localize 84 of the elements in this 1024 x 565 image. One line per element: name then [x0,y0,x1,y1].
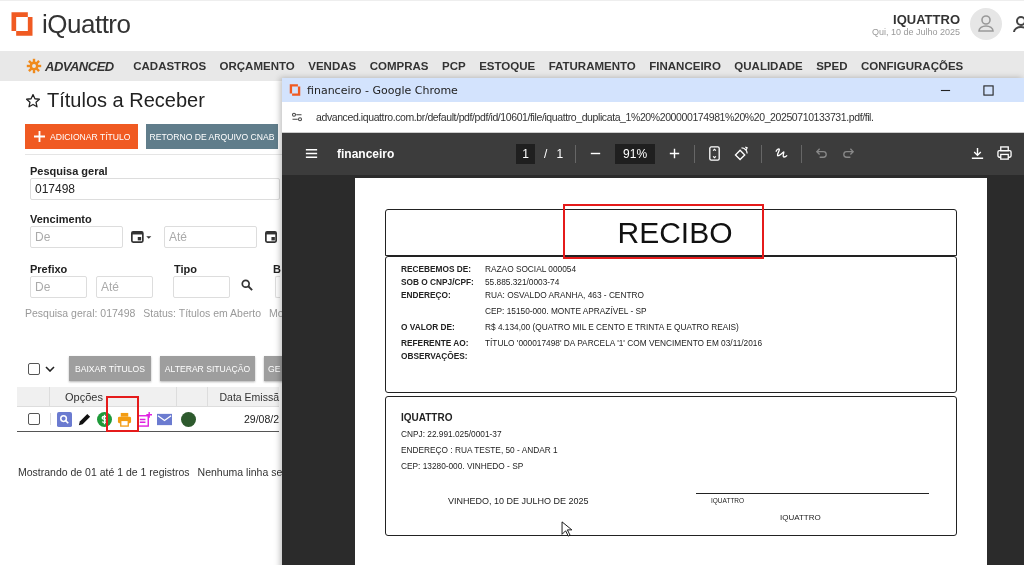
menu-item[interactable]: COMPRAS [369,60,429,72]
highlight-frame [106,396,139,432]
printer-icon[interactable] [997,146,1012,162]
rotate-icon[interactable] [734,146,750,162]
cnab-return-button[interactable]: RETORNO DE ARQUIVO CNAB [146,124,278,149]
receipt-label: SOB O CNPJ/CPF: [401,277,475,287]
place-and-date: VINHEDO, 10 DE JULHO DE 2025 [448,496,590,508]
input-field[interactable] [275,276,280,298]
page-number-field[interactable]: 1 [516,143,536,164]
receipt-value: CEP: 15150-000. MONTE APRAZÍVEL - SP [485,306,647,316]
search-icon[interactable] [241,279,253,291]
company-detail: CNPJ: 22.991.025/0001-37 [401,429,503,439]
table-cell: 29/08/2 [242,413,279,425]
menu-item[interactable]: VENDAS [308,60,357,72]
field-label: Prefixo [30,263,69,275]
avatar-icon[interactable] [970,8,1002,40]
menu-item[interactable]: ORÇAMENTO [219,60,295,72]
field-label: B [273,263,281,275]
mail-icon[interactable] [157,411,172,427]
prefix-to-field[interactable]: Até [96,276,153,298]
receipt-label: ENDEREÇO: [401,290,452,302]
page-title: Títulos a Receber [47,89,205,112]
menu-item[interactable]: SPED [816,60,848,72]
signer-name: IQUATTRO [780,513,822,522]
window-title: financeiro - Google Chrome [307,83,459,97]
field-label: Vencimento [30,213,93,225]
company-detail: CEP: 13280-000. VINHEDO - SP [401,461,525,471]
download-icon[interactable] [970,146,985,162]
menu-item[interactable]: ESTOQUE [479,60,536,72]
column-header[interactable]: Data Emissã [208,387,279,406]
select-all-checkbox[interactable] [28,362,40,375]
calendar-dropdown-icon[interactable] [131,230,153,244]
field-label: Tipo [174,263,198,275]
receipt-title: RECIBO [616,215,733,250]
date-to-field[interactable]: Até [164,226,257,248]
dollar-icon[interactable] [97,411,112,427]
note-add-icon[interactable] [137,411,152,427]
plus-icon [34,131,45,142]
menu-item[interactable]: FATURAMENTO [548,60,636,72]
calendar-icon[interactable] [265,230,277,244]
user-name: IQUATTRO [893,11,960,27]
receipt-value: 55.885.321/0003-74 [485,277,560,287]
receipt-label: REFERENTE AO: [401,338,470,348]
pagination-info: Nenhuma linha se [197,466,283,478]
pencil-icon[interactable] [77,411,92,427]
row-checkbox[interactable] [27,413,40,425]
gear-icon [26,58,42,74]
receipt-value: TÍTULO '000017498' DA PARCELA '1' COM VENCIMENTO EM 03/11/2016 [485,338,763,348]
chevron-down-icon[interactable] [45,365,55,372]
date-from-field[interactable]: De [30,226,123,248]
zoom-field[interactable]: 91% [615,143,656,164]
prefix-from-field[interactable]: De [30,276,87,298]
type-field[interactable] [173,276,230,298]
menu-item[interactable]: QUALIDADE [734,60,803,72]
page-separator: / [544,146,548,161]
search-field[interactable]: 017498 [30,178,280,200]
receipt-label: RECEBEMOS DE: [401,264,473,274]
cursor-icon [561,521,572,537]
company-name: IQUATTRO [401,412,454,423]
user-icon[interactable] [1012,14,1024,34]
receipt-value: RUA: OSVALDO ARANHA, 463 - CENTRO [485,290,645,300]
menu-item[interactable]: CONFIGURAÇÕES [861,60,964,72]
menu-item[interactable]: PCP [441,60,466,72]
menu-item[interactable]: CADASTROS [133,60,207,72]
filter-summary: Pesquisa geral: 017498 [25,307,136,319]
logo-text: iQuattro [42,8,131,40]
document-title: financeiro [337,146,395,161]
maximize-icon[interactable] [983,84,994,96]
pagination-info: Mostrando de 01 até 1 de 1 registros [18,466,190,478]
column-header[interactable]: Opções [50,387,177,406]
page-count: 1 [556,146,564,161]
company-detail: ENDEREÇO : RUA TESTE, 50 - ANDAR 1 [401,445,559,455]
receipt-value: R$ 4.134,00 (QUATRO MIL E CENTO E TRINTA E QUATRO REAIS) [485,322,739,332]
current-date: Qui, 10 de Julho 2025 [871,26,960,37]
field-label: Pesquisa geral [30,165,109,177]
filter-summary: Status: Títulos em Aberto [143,307,262,319]
receipt-label: O VALOR DE: [401,322,456,332]
star-icon[interactable] [25,92,41,109]
menu-item[interactable]: FINANCEIRO [649,60,721,72]
fit-page-icon[interactable] [707,146,723,162]
logo-icon [288,83,302,97]
receipt-label: OBSERVAÇÕES: [401,351,469,361]
receipt-value: RAZAO SOCIAL 000054 [485,264,576,274]
brand-name: ADVANCED [45,58,114,74]
